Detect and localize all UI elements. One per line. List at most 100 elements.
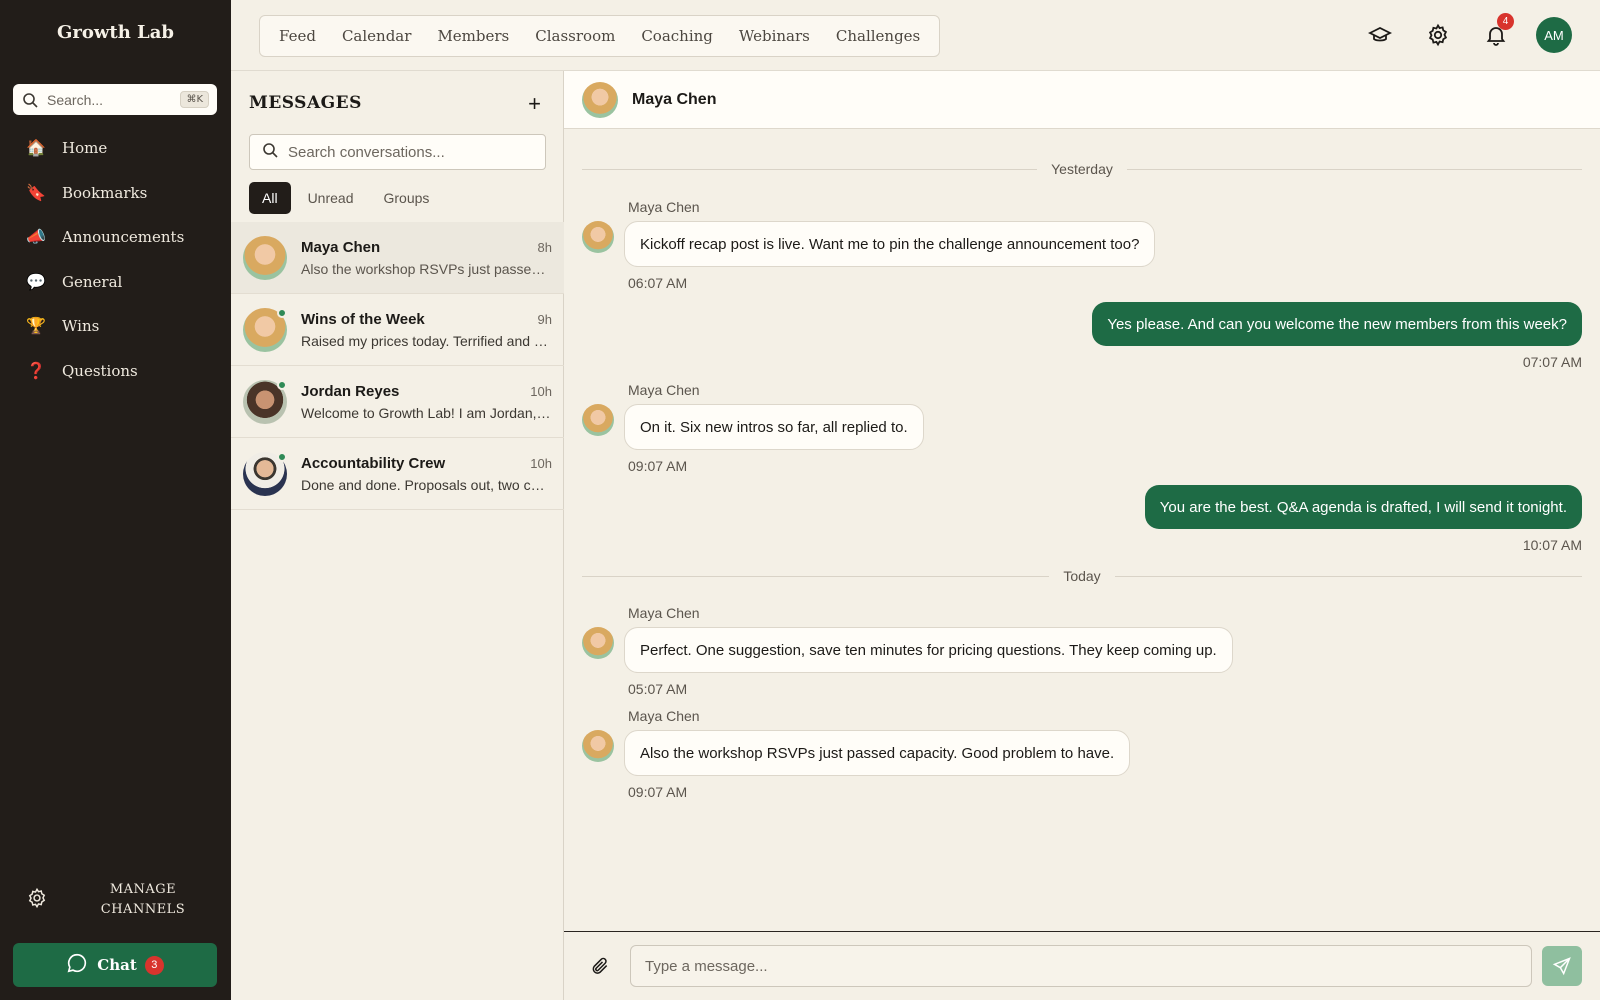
avatar xyxy=(243,307,287,352)
avatar xyxy=(582,404,614,436)
message-time: 07:07 AM xyxy=(1522,354,1582,370)
sidebar-item-general[interactable]: 💬 General xyxy=(0,260,231,305)
filter-all[interactable]: All xyxy=(249,182,291,214)
graduation-cap-icon[interactable] xyxy=(1362,17,1398,53)
sidebar-item-home[interactable]: 🏠 Home xyxy=(0,126,231,171)
question-mark-icon: ❓ xyxy=(26,362,46,380)
conversation-name: Wins of the Week xyxy=(301,310,425,328)
conversation-preview: Also the workshop RSVPs just passed capa… xyxy=(301,260,552,277)
paperclip-icon[interactable] xyxy=(582,948,618,984)
chat-area: Maya Chen Yesterday Maya Chen Kickoff re… xyxy=(564,71,1600,1000)
bell-icon[interactable]: 4 xyxy=(1478,13,1514,53)
filter-unread[interactable]: Unread xyxy=(295,182,367,214)
message-time: 05:07 AM xyxy=(628,681,688,697)
tab-challenges[interactable]: Challenges xyxy=(826,27,930,45)
tab-webinars[interactable]: Webinars xyxy=(729,27,820,45)
message-sender: Maya Chen xyxy=(628,708,700,724)
conversation-preview: Done and done. Proposals out, two calls … xyxy=(301,476,552,493)
filter-groups[interactable]: Groups xyxy=(370,182,442,214)
chat-button-label: Chat xyxy=(97,956,137,974)
sidebar-item-label: Wins xyxy=(62,317,100,336)
avatar xyxy=(582,627,614,659)
tab-members[interactable]: Members xyxy=(427,27,519,45)
sidebar-item-label: Bookmarks xyxy=(62,183,148,202)
sidebar-item-label: Questions xyxy=(62,361,138,380)
chat-contact-name[interactable]: Maya Chen xyxy=(632,91,716,109)
user-avatar[interactable]: AM xyxy=(1536,17,1572,53)
search-shortcut-hint: ⌘K xyxy=(180,91,209,108)
brand-title: Growth Lab xyxy=(57,22,174,43)
avatar xyxy=(582,730,614,762)
message-sender: Maya Chen xyxy=(628,199,700,215)
sidebar-item-questions[interactable]: ❓ Questions xyxy=(0,349,231,394)
message-composer xyxy=(564,931,1600,1000)
sidebar-search[interactable]: Search... ⌘K xyxy=(13,84,217,115)
sidebar-item-wins[interactable]: 🏆 Wins xyxy=(0,304,231,349)
conversation-item[interactable]: Maya Chen 8h Also the workshop RSVPs jus… xyxy=(231,222,564,294)
conversation-item[interactable]: Wins of the Week 9h Raised my prices tod… xyxy=(231,294,564,366)
message-bubble: Yes please. And can you welcome the new … xyxy=(1092,302,1582,346)
conversation-item[interactable]: Accountability Crew 10h Done and done. P… xyxy=(231,438,564,510)
conversation-name: Jordan Reyes xyxy=(301,382,400,400)
chat-bubble-icon xyxy=(66,952,88,979)
tab-feed[interactable]: Feed xyxy=(269,27,326,45)
sidebar-item-label: General xyxy=(62,272,123,291)
day-divider: Yesterday xyxy=(582,159,1582,179)
conversation-name: Accountability Crew xyxy=(301,454,446,472)
day-divider-label: Yesterday xyxy=(1051,161,1113,177)
online-indicator xyxy=(277,307,287,318)
conversation-preview: Raised my prices today. Terrified and ex… xyxy=(301,332,552,349)
tab-classroom[interactable]: Classroom xyxy=(525,27,625,45)
message-bubble: On it. Six new intros so far, all replie… xyxy=(624,404,924,450)
speech-bubble-icon: 💬 xyxy=(26,273,46,291)
home-icon: 🏠 xyxy=(26,140,46,158)
main-tabs: Feed Calendar Members Classroom Coaching… xyxy=(259,15,941,57)
sidebar-item-announcements[interactable]: 📣 Announcements xyxy=(0,215,231,260)
avatar xyxy=(582,221,614,253)
conversation-search[interactable]: Search conversations... xyxy=(249,134,546,170)
chat-header: Maya Chen xyxy=(564,71,1600,129)
sidebar: Growth Lab Search... ⌘K 🏠 Home 🔖 Bookmar… xyxy=(0,0,231,1000)
sidebar-item-bookmarks[interactable]: 🔖 Bookmarks xyxy=(0,171,231,216)
online-indicator xyxy=(277,451,287,462)
top-bar: Feed Calendar Members Classroom Coaching… xyxy=(231,0,1600,71)
conversation-preview: Welcome to Growth Lab! I am Jordan, happ… xyxy=(301,404,552,421)
chat-unread-badge: 3 xyxy=(144,955,164,975)
manage-channels-button[interactable]: MANAGE CHANNELS xyxy=(26,880,226,920)
message-sender: Maya Chen xyxy=(628,605,700,621)
conversation-time: 8h xyxy=(537,239,552,255)
avatar xyxy=(243,235,287,280)
top-actions: 4 AM xyxy=(1340,13,1572,53)
message-time: 06:07 AM xyxy=(628,275,688,291)
search-icon xyxy=(262,142,278,163)
online-indicator xyxy=(277,379,287,390)
messages-title: MESSAGES xyxy=(249,93,362,113)
sidebar-search-placeholder: Search... xyxy=(47,91,104,108)
gear-icon[interactable] xyxy=(1420,17,1456,53)
avatar[interactable] xyxy=(582,81,618,118)
channel-nav: 🏠 Home 🔖 Bookmarks 📣 Announcements 💬 Gen… xyxy=(0,126,231,393)
conversation-list: Maya Chen 8h Also the workshop RSVPs jus… xyxy=(231,222,564,510)
message-sender: Maya Chen xyxy=(628,382,700,398)
message-input[interactable] xyxy=(630,945,1532,987)
messages-panel: MESSAGES + Search conversations... All U… xyxy=(231,71,564,1000)
conversation-filters: All Unread Groups xyxy=(249,182,446,214)
conversation-item[interactable]: Jordan Reyes 10h Welcome to Growth Lab! … xyxy=(231,366,564,438)
new-message-button[interactable]: + xyxy=(528,91,541,117)
message-bubble: Kickoff recap post is live. Want me to p… xyxy=(624,221,1156,267)
send-button[interactable] xyxy=(1542,946,1582,986)
bookmark-icon: 🔖 xyxy=(26,184,46,202)
manage-channels-label: MANAGE CHANNELS xyxy=(100,882,186,917)
message-bubble: Also the workshop RSVPs just passed capa… xyxy=(624,730,1131,776)
notification-badge: 4 xyxy=(1497,13,1514,30)
conversation-time: 10h xyxy=(530,455,552,471)
day-divider-label: Today xyxy=(1063,568,1101,584)
search-icon xyxy=(21,91,39,109)
message-bubble: You are the best. Q&A agenda is drafted,… xyxy=(1144,485,1582,529)
tab-coaching[interactable]: Coaching xyxy=(631,27,723,45)
conversation-time: 10h xyxy=(530,383,552,399)
avatar xyxy=(243,379,287,424)
tab-calendar[interactable]: Calendar xyxy=(332,27,421,45)
message-time: 09:07 AM xyxy=(628,458,688,474)
chat-button[interactable]: Chat 3 xyxy=(13,943,217,987)
